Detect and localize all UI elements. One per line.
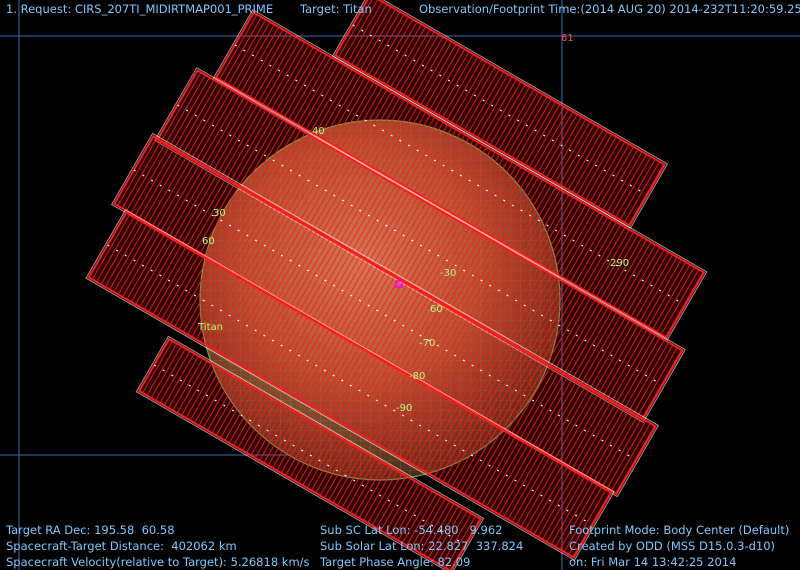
footprint-mode: Footprint Mode: Body Center (Default) xyxy=(569,523,790,537)
observation-time: Observation/Footprint Time:(2014 AUG 20)… xyxy=(419,2,800,16)
lon-label: 290 xyxy=(610,258,630,269)
top-marker-label: 61 xyxy=(561,33,574,44)
lat-label: -90 xyxy=(396,403,413,414)
target-ra-dec: Target RA Dec: 195.58 60.58 xyxy=(6,523,175,537)
lat-label: 40 xyxy=(312,126,325,137)
spacecraft-velocity: Spacecraft Velocity(relative to Target):… xyxy=(6,555,310,569)
footprint-viewer xyxy=(0,0,800,570)
lat-label: -30 xyxy=(440,268,457,279)
created-by: Created by ODD (MSS D15.0.3-d10) xyxy=(569,539,776,553)
lat-label: -80 xyxy=(409,371,426,382)
sub-solar-lat-lon: Sub Solar Lat Lon: 22.827 337.824 xyxy=(320,539,524,553)
visualization-stage: 1. Request: CIRS_207TI_MIDIRTMAP001_PRIM… xyxy=(0,0,800,570)
target-label: Target: Titan xyxy=(300,2,372,16)
request-label: 1. Request: CIRS_207TI_MIDIRTMAP001_PRIM… xyxy=(6,2,274,16)
titan-label: Titan xyxy=(198,322,223,333)
created-on: on: Fri Mar 14 13:42:25 2014 xyxy=(569,555,737,569)
lat-label: 60 xyxy=(202,236,215,247)
lat-label: 30 xyxy=(213,208,226,219)
lat-label: -70 xyxy=(419,338,436,349)
sub-sc-lat-lon: Sub SC Lat Lon: -54.480 9.962 xyxy=(320,523,503,537)
spacecraft-distance: Spacecraft-Target Distance: 402062 km xyxy=(6,539,237,553)
phase-angle: Target Phase Angle: 82.09 xyxy=(320,555,471,569)
lat-label: 60 xyxy=(430,304,443,315)
